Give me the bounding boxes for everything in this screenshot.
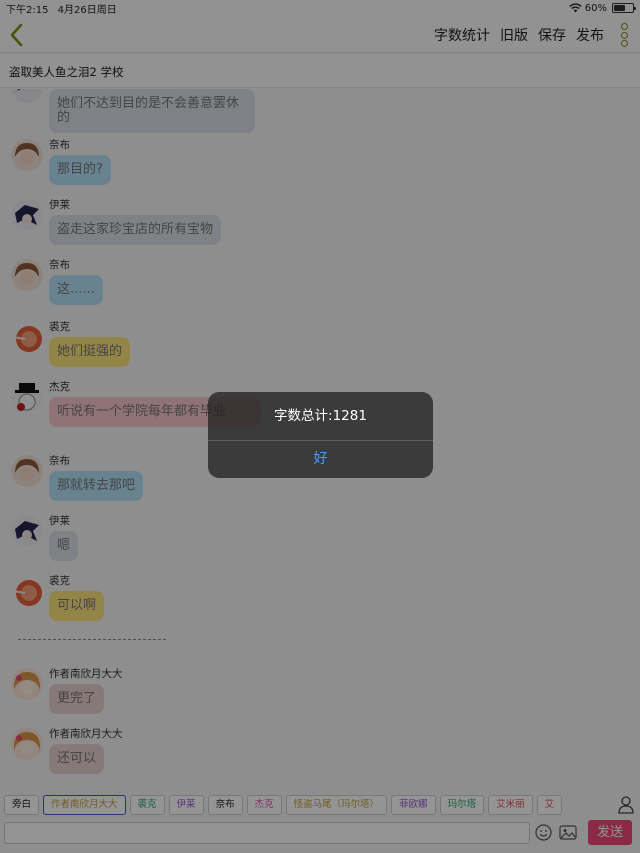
dialog-message: 字数总计:1281 <box>208 392 433 441</box>
dialog-ok-button[interactable]: 好 <box>208 441 433 478</box>
word-count-dialog: 字数总计:1281 好 <box>208 392 433 478</box>
